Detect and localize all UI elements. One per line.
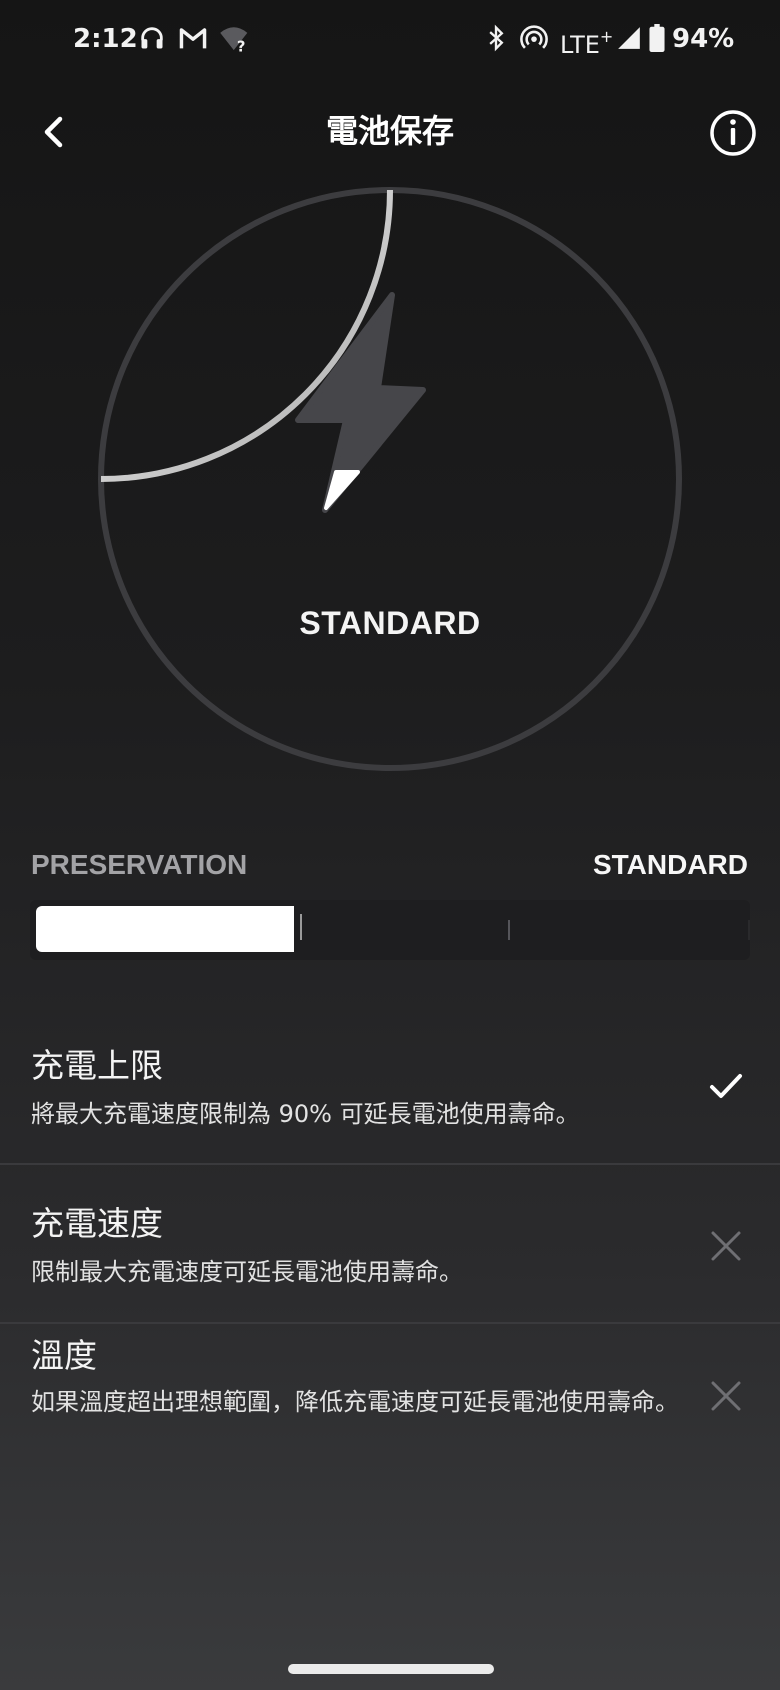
slider-fill xyxy=(36,906,294,952)
info-button[interactable] xyxy=(708,108,758,158)
gesture-nav-handle[interactable] xyxy=(288,1664,494,1674)
network-type: LTE+ xyxy=(560,27,614,59)
slider-label-preservation: PRESERVATION xyxy=(31,849,248,880)
setting-description: 將最大充電速度限制為 90% 可延長電池使用壽命。 xyxy=(31,1100,580,1128)
svg-text:?: ? xyxy=(237,38,246,54)
gauge-mode-label: STANDARD xyxy=(299,605,481,641)
close-icon xyxy=(711,1381,741,1411)
setting-temperature[interactable]: 溫度 如果溫度超出理想範圍，降低充電速度可延長電池使用壽命。 xyxy=(0,1326,780,1496)
lightning-bolt-icon xyxy=(295,292,426,513)
setting-charge-limit[interactable]: 充電上限 將最大充電速度限制為 90% 可延長電池使用壽命。 xyxy=(0,1030,780,1162)
wifi-unknown-icon: ? xyxy=(220,27,248,54)
status-bar: 2:12 ? LTE+ 94% xyxy=(0,0,780,80)
gauge-ring xyxy=(98,187,682,771)
slider-label-standard: STANDARD xyxy=(592,849,748,880)
gmail-icon xyxy=(179,28,207,49)
slider-tick xyxy=(300,914,302,940)
status-time: 2:12 xyxy=(73,24,138,54)
setting-title: 溫度 xyxy=(31,1336,97,1375)
divider xyxy=(0,1322,780,1324)
battery-gauge xyxy=(98,187,682,771)
chevron-left-icon xyxy=(44,116,63,148)
back-button[interactable] xyxy=(36,110,72,154)
hotspot-icon xyxy=(520,25,548,49)
battery-percent: 94% xyxy=(672,24,735,54)
bluetooth-icon xyxy=(489,24,504,52)
setting-description: 限制最大充電速度可延長電池使用壽命。 xyxy=(31,1258,463,1286)
setting-title: 充電速度 xyxy=(31,1204,163,1243)
page-title: 電池保存 xyxy=(325,112,454,150)
info-circle-icon xyxy=(710,110,756,156)
divider xyxy=(0,1163,780,1165)
setting-charge-speed[interactable]: 充電速度 限制最大充電速度可延長電池使用壽命。 xyxy=(0,1190,780,1320)
checkmark-icon xyxy=(710,1074,742,1098)
close-icon xyxy=(711,1231,741,1261)
signal-icon xyxy=(618,27,640,49)
setting-title: 充電上限 xyxy=(31,1046,163,1085)
slider-tick xyxy=(508,920,510,940)
headphones-icon xyxy=(141,27,163,49)
mode-slider[interactable] xyxy=(30,900,750,960)
setting-description: 如果溫度超出理想範圍，降低充電速度可延長電池使用壽命。 xyxy=(31,1388,679,1416)
battery-icon xyxy=(649,24,665,52)
slider-tick xyxy=(748,920,750,940)
